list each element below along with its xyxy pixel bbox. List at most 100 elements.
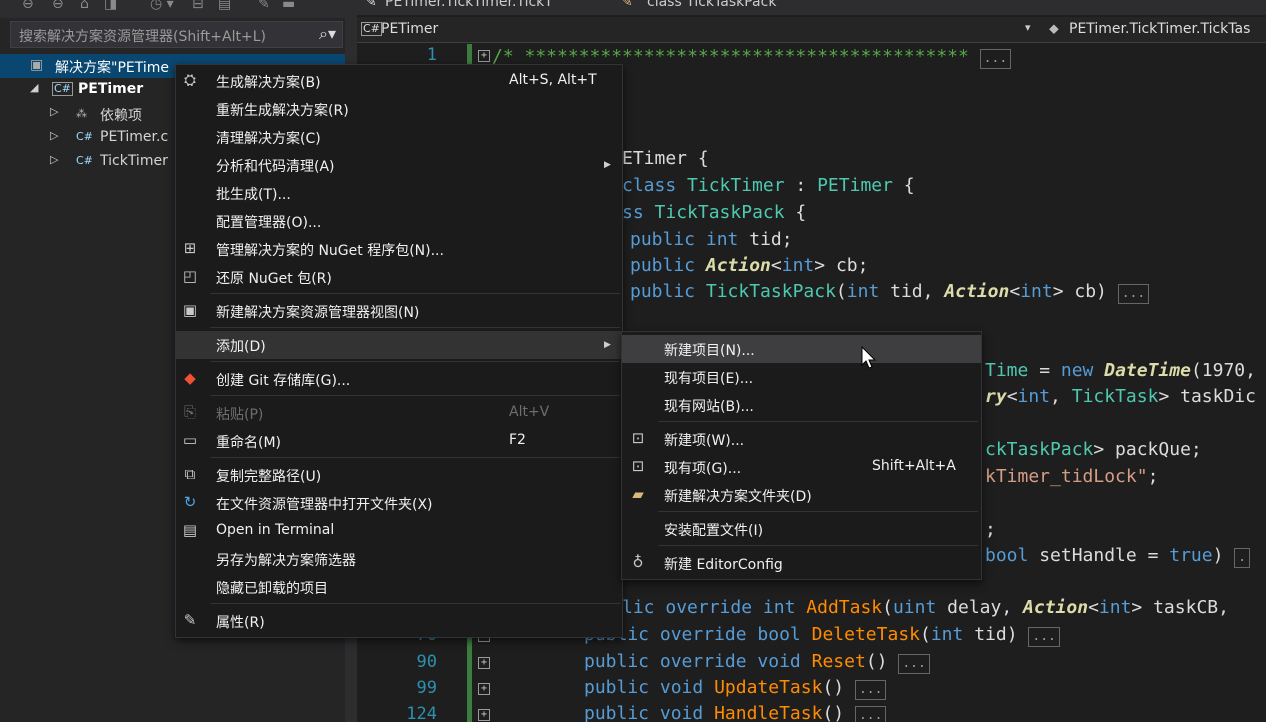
menu-item-create-git[interactable]: ◆ 创建 Git 存储库(G)... bbox=[176, 365, 622, 393]
search-placeholder: 搜索解决方案资源管理器(Shift+Alt+L) bbox=[19, 29, 266, 45]
git-icon: ◆ bbox=[184, 369, 196, 387]
submenu-item-install-config[interactable]: 安装配置文件(I) bbox=[622, 515, 981, 543]
menu-item-label: 还原 NuGet 包(R) bbox=[216, 271, 332, 287]
code-line[interactable]: public TickTaskPack(int tid, Action<int>… bbox=[630, 281, 1150, 304]
chevron-down-icon[interactable]: ▾ bbox=[1025, 21, 1031, 34]
code-line[interactable]: lic override int AddTask(uint delay, Act… bbox=[622, 597, 1229, 618]
history-icon[interactable]: ◷ ▾ bbox=[150, 0, 174, 12]
menu-item-new-view[interactable]: ▣ 新建解决方案资源管理器视图(N) bbox=[176, 297, 622, 325]
collapse-icon[interactable]: ▤ bbox=[218, 0, 231, 12]
submenu-item-new-project[interactable]: 新建项目(N)... bbox=[622, 335, 981, 363]
menu-separator bbox=[210, 327, 620, 328]
code-line[interactable]: ETimer { bbox=[622, 148, 709, 169]
nav-icon: ✎ bbox=[365, 0, 377, 10]
menu-item-hide-unloaded[interactable]: 隐藏已卸载的项目 bbox=[176, 573, 622, 601]
fold-toggle-icon[interactable]: + bbox=[478, 50, 490, 62]
code-line[interactable]: public void HandleTask() ... bbox=[584, 703, 887, 722]
menu-item-restore-nuget[interactable]: ◰ 还原 NuGet 包(R) bbox=[176, 263, 622, 291]
code-line[interactable]: kTimer_tidLock"; bbox=[985, 466, 1158, 487]
menu-item-build-solution[interactable]: ⛭ 生成解决方案(B) Alt+S, Alt+T bbox=[176, 67, 622, 95]
submenu-item-solution-folder[interactable]: ▰ 新建解决方案文件夹(D) bbox=[622, 481, 981, 509]
code-line[interactable]: public override bool DeleteTask(int tid)… bbox=[584, 624, 1060, 647]
code-line[interactable]: public int tid; bbox=[630, 229, 793, 250]
menu-item-label: 安装配置文件(I) bbox=[664, 523, 764, 539]
menu-item-analyze[interactable]: 分析和代码清理(A) ▶ bbox=[176, 151, 622, 179]
menu-item-label: 新建解决方案文件夹(D) bbox=[664, 489, 812, 505]
expand-arrow-icon[interactable]: ◢ bbox=[30, 81, 38, 94]
wrench-icon[interactable]: ✎ bbox=[258, 0, 270, 12]
menu-item-add[interactable]: 添加(D) ▶ bbox=[176, 331, 622, 359]
menu-item-label: 新建项目(N)... bbox=[664, 343, 755, 359]
solution-label: 解决方案"PETime bbox=[55, 60, 169, 76]
code-line[interactable]: ss TickTaskPack { bbox=[622, 202, 806, 223]
code-line[interactable]: ckTaskPack> packQue; bbox=[985, 439, 1202, 460]
solution-folder-icon: ▰ bbox=[632, 485, 644, 503]
sync-icon[interactable]: ⊟ bbox=[192, 0, 204, 12]
menu-item-open-folder[interactable]: ↻ 在文件资源管理器中打开文件夹(X) bbox=[176, 489, 622, 517]
submenu-item-existing-website[interactable]: 现有网站(B)... bbox=[622, 391, 981, 419]
menu-item-label: 重新生成解决方案(R) bbox=[216, 103, 349, 119]
menu-item-label: 批生成(T)... bbox=[216, 187, 291, 203]
collapse-arrow-icon[interactable]: ▷ bbox=[50, 153, 58, 166]
editorconfig-icon: ♁ bbox=[632, 553, 644, 571]
dependencies-icon: ⁂ bbox=[76, 107, 87, 120]
code-line[interactable]: public Action<int> cb; bbox=[630, 255, 868, 276]
submenu-item-existing-project[interactable]: 现有项目(E)... bbox=[622, 363, 981, 391]
search-input[interactable]: 搜索解决方案资源管理器(Shift+Alt+L) ⌕▾ bbox=[10, 21, 343, 48]
tree-item-label: TickTimer bbox=[100, 153, 168, 169]
menu-item-manage-nuget[interactable]: ⊞ 管理解决方案的 NuGet 程序包(N)... bbox=[176, 235, 622, 263]
code-line[interactable]: ry<int, TickTask> taskDic bbox=[985, 386, 1256, 407]
preview-icon[interactable]: ▬ bbox=[282, 0, 295, 12]
code-line[interactable]: class TickTimer : PETimer { bbox=[622, 175, 915, 196]
submenu-item-new-editorconfig[interactable]: ♁ 新建 EditorConfig bbox=[622, 549, 981, 577]
menu-item-label: 新建解决方案资源管理器视图(N) bbox=[216, 305, 420, 321]
rename-icon: ▭ bbox=[182, 431, 198, 449]
menu-item-copy-path[interactable]: ⧉ 复制完整路径(U) bbox=[176, 461, 622, 489]
search-icon[interactable]: ⌕▾ bbox=[319, 24, 336, 44]
line-number: 99 bbox=[416, 678, 437, 698]
nuget-icon: ⊞ bbox=[183, 239, 197, 257]
menu-item-label: 现有项目(E)... bbox=[664, 371, 754, 387]
menu-item-shortcut: Shift+Alt+A bbox=[872, 458, 956, 474]
fold-toggle-icon[interactable]: + bbox=[478, 657, 490, 669]
menu-item-shortcut: Alt+V bbox=[509, 404, 550, 420]
menu-item-config-manager[interactable]: 配置管理器(O)... bbox=[176, 207, 622, 235]
menu-separator bbox=[210, 361, 620, 362]
fold-toggle-icon[interactable]: + bbox=[478, 709, 490, 721]
menu-item-clean-solution[interactable]: 清理解决方案(C) bbox=[176, 123, 622, 151]
open-folder-icon: ↻ bbox=[183, 493, 197, 511]
menu-item-label: 分析和代码清理(A) bbox=[216, 159, 335, 175]
nav-top-right[interactable]: class TickTaskPack bbox=[647, 0, 776, 10]
vs-switch-icon[interactable]: ◨ bbox=[104, 0, 117, 12]
menu-separator bbox=[210, 457, 620, 458]
back-icon[interactable]: ⊖ bbox=[22, 0, 34, 12]
submenu-item-existing-item[interactable]: ⊡ 现有项(G)... Shift+Alt+A bbox=[622, 453, 981, 481]
code-line[interactable]: Time = new DateTime(1970, bbox=[985, 360, 1256, 381]
forward-icon[interactable]: ⊖ bbox=[52, 0, 64, 12]
nav-top-left[interactable]: PETimer.TickTimer.TickT bbox=[385, 0, 553, 10]
menu-item-shortcut: F2 bbox=[509, 432, 526, 448]
file-dropdown[interactable]: PETimer bbox=[381, 21, 438, 37]
code-line[interactable]: public void UpdateTask() ... bbox=[584, 677, 887, 700]
menu-item-batch-build[interactable]: 批生成(T)... bbox=[176, 179, 622, 207]
home-icon[interactable]: ⌂ bbox=[80, 0, 89, 12]
menu-item-properties[interactable]: ✎ 属性(R) bbox=[176, 607, 622, 635]
menu-item-save-filter[interactable]: 另存为解决方案筛选器 bbox=[176, 545, 622, 573]
project-label: PETimer bbox=[78, 81, 144, 97]
code-line[interactable]: ; bbox=[985, 519, 996, 540]
menu-item-label: 新建 EditorConfig bbox=[664, 557, 783, 573]
code-line[interactable]: bool setHandle = true) . bbox=[985, 545, 1251, 568]
solution-icon: ▣ bbox=[30, 57, 44, 73]
menu-item-label: 生成解决方案(B) bbox=[216, 75, 321, 91]
tree-item-label: 依赖项 bbox=[100, 108, 142, 124]
collapse-arrow-icon[interactable]: ▷ bbox=[50, 105, 58, 118]
fold-toggle-icon[interactable]: + bbox=[478, 683, 490, 695]
menu-item-rebuild-solution[interactable]: 重新生成解决方案(R) bbox=[176, 95, 622, 123]
paste-icon: ⎘ bbox=[183, 403, 196, 421]
member-dropdown[interactable]: PETimer.TickTimer.TickTas bbox=[1069, 21, 1250, 37]
submenu-item-new-item[interactable]: ⊡ 新建项(W)... bbox=[622, 425, 981, 453]
menu-item-rename[interactable]: ▭ 重命名(M) F2 bbox=[176, 427, 622, 455]
code-line[interactable]: public override void Reset() ... bbox=[584, 651, 930, 674]
collapse-arrow-icon[interactable]: ▷ bbox=[50, 129, 58, 142]
menu-item-open-terminal[interactable]: ▤ Open in Terminal bbox=[176, 517, 622, 545]
